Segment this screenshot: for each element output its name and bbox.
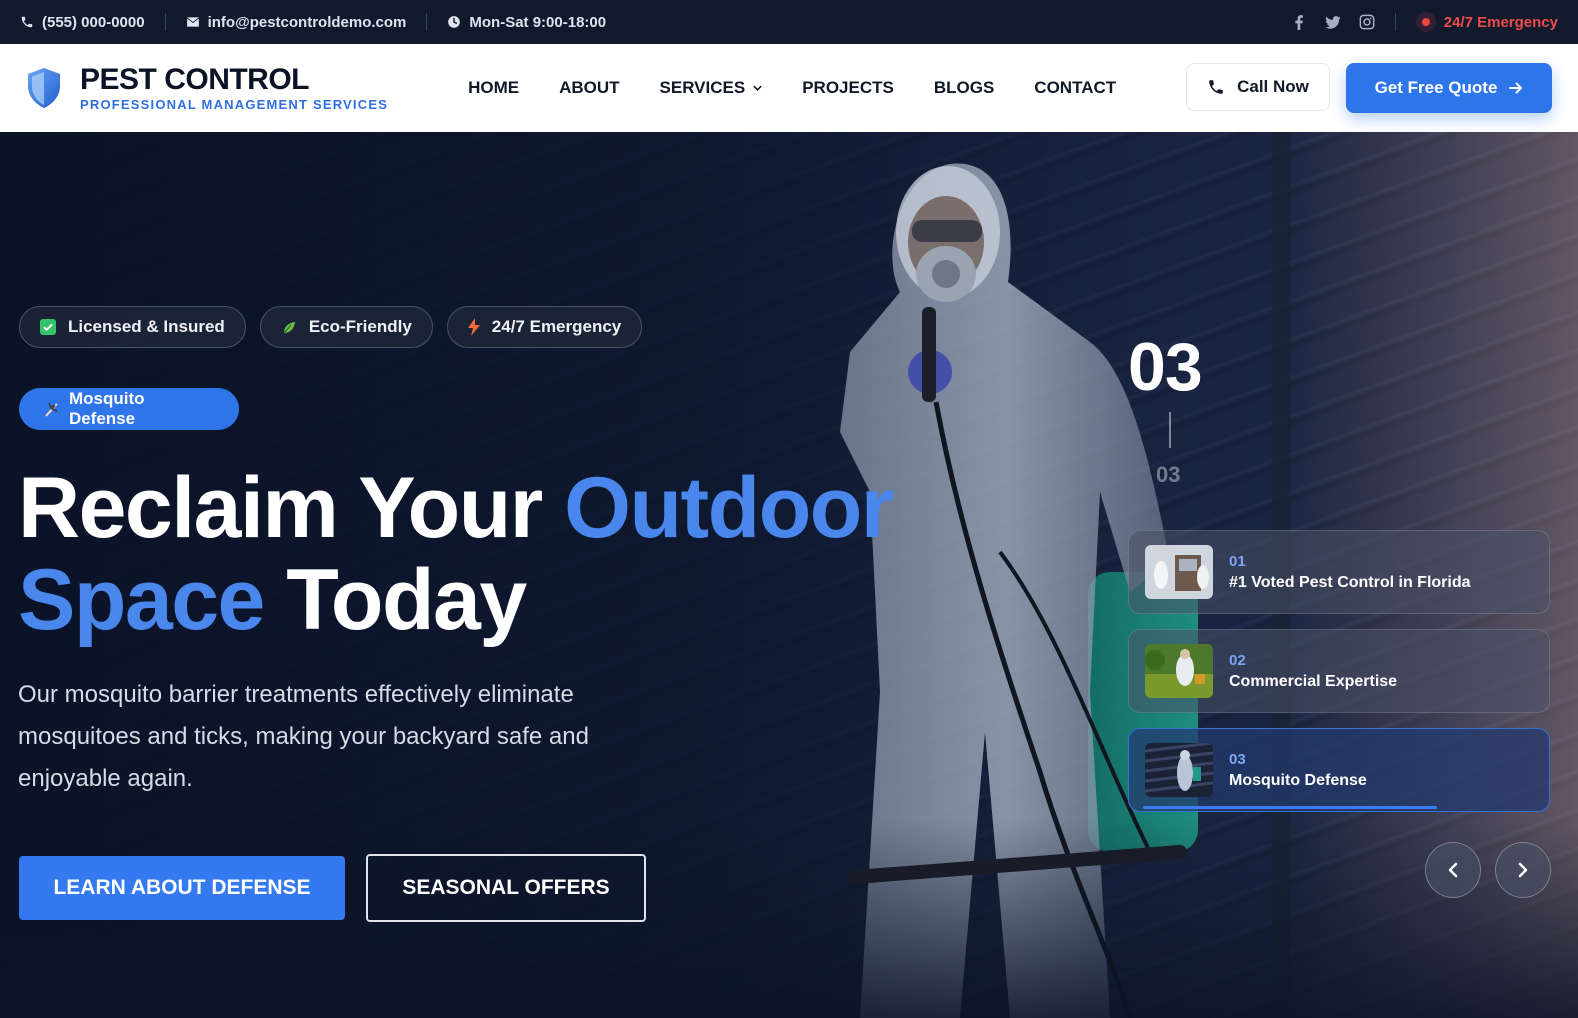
slide-thumbnail bbox=[1145, 743, 1213, 797]
divider bbox=[164, 13, 166, 31]
hero-section: Licensed & Insured Eco-Friendly 24/7 Eme… bbox=[0, 132, 1578, 1018]
badge-licensed: Licensed & Insured bbox=[19, 306, 246, 348]
slide-card-1[interactable]: 01 #1 Voted Pest Control in Florida bbox=[1128, 530, 1550, 614]
clock-icon bbox=[448, 16, 461, 28]
chevron-right-icon bbox=[1518, 862, 1528, 878]
check-square-icon bbox=[40, 319, 56, 335]
badge-emergency: 24/7 Emergency bbox=[446, 306, 643, 348]
phone-text: (555) 000-0000 bbox=[42, 13, 145, 31]
nav-services[interactable]: SERVICES bbox=[660, 78, 763, 98]
trust-badges: Licensed & Insured Eco-Friendly 24/7 Eme… bbox=[19, 306, 643, 348]
nav-projects[interactable]: PROJECTS bbox=[802, 78, 894, 98]
emergency-link[interactable]: 24/7 Emergency bbox=[1415, 12, 1558, 32]
slide-counter-total: 03 bbox=[1156, 462, 1181, 487]
chevron-down-icon bbox=[753, 85, 762, 91]
arrow-right-icon bbox=[1509, 82, 1523, 94]
badge-emergency-label: 24/7 Emergency bbox=[491, 317, 622, 336]
hero-headline: Reclaim Your Outdoor Space Today bbox=[18, 462, 918, 646]
lightning-icon bbox=[467, 318, 480, 336]
slide-number: 03 bbox=[1229, 750, 1246, 768]
slide-card-3-active[interactable]: 03 Mosquito Defense bbox=[1128, 728, 1550, 812]
email-text: info@pestcontroldemo.com bbox=[207, 13, 407, 31]
email-contact[interactable]: info@pestcontroldemo.com bbox=[186, 13, 407, 31]
divider bbox=[426, 13, 428, 31]
hero-description: Our mosquito barrier treatments effectiv… bbox=[18, 681, 589, 792]
phone-contact[interactable]: (555) 000-0000 bbox=[20, 14, 145, 31]
emergency-dot-icon bbox=[1415, 12, 1436, 32]
leaf-icon bbox=[283, 322, 295, 334]
slide-progress-bar bbox=[1143, 806, 1437, 809]
nav-services-label: SERVICES bbox=[659, 78, 746, 97]
nav-home[interactable]: HOME bbox=[468, 78, 519, 98]
phone-icon bbox=[1209, 80, 1223, 94]
service-tag: Mosquito Defense bbox=[19, 388, 239, 430]
slide-number: 01 bbox=[1229, 552, 1246, 570]
main-header: PEST CONTROL PROFESSIONAL MANAGEMENT SER… bbox=[0, 44, 1578, 132]
logo[interactable]: PEST CONTROL PROFESSIONAL MANAGEMENT SER… bbox=[26, 62, 389, 112]
hours-text: Mon-Sat 9:00-18:00 bbox=[469, 13, 607, 31]
headline-highlight-1: Outdoor bbox=[564, 460, 894, 556]
slide-counter-current: 03 bbox=[1128, 329, 1203, 405]
call-now-label: Call Now bbox=[1237, 77, 1309, 96]
get-free-quote-label: Get Free Quote bbox=[1374, 78, 1498, 97]
mail-icon bbox=[186, 17, 199, 27]
service-tag-label: Mosquito Defense bbox=[68, 389, 145, 428]
slide-title: Mosquito Defense bbox=[1229, 771, 1367, 789]
logo-title: PEST CONTROL bbox=[80, 62, 310, 96]
badge-eco: Eco-Friendly bbox=[259, 306, 433, 348]
logo-subtitle: PROFESSIONAL MANAGEMENT SERVICES bbox=[80, 96, 389, 112]
instagram-icon[interactable] bbox=[1359, 14, 1375, 30]
slide-card-2[interactable]: 02 Commercial Expertise bbox=[1128, 629, 1550, 713]
call-now-button[interactable]: Call Now bbox=[1186, 63, 1330, 111]
headline-highlight-2: Space bbox=[18, 552, 265, 648]
slide-thumbnail bbox=[1145, 545, 1213, 599]
twitter-icon[interactable] bbox=[1324, 14, 1341, 30]
slide-counter-divider bbox=[1169, 412, 1171, 448]
badge-licensed-label: Licensed & Insured bbox=[68, 317, 225, 336]
badge-eco-label: Eco-Friendly bbox=[308, 317, 412, 336]
slide-title: #1 Voted Pest Control in Florida bbox=[1229, 573, 1471, 591]
nav-blogs[interactable]: BLOGS bbox=[934, 78, 994, 98]
previous-slide-button[interactable] bbox=[1425, 842, 1481, 898]
next-slide-button[interactable] bbox=[1495, 842, 1551, 898]
chevron-left-icon bbox=[1448, 862, 1458, 878]
slide-title: Commercial Expertise bbox=[1229, 672, 1398, 690]
emergency-text: 24/7 Emergency bbox=[1443, 13, 1558, 31]
business-hours: Mon-Sat 9:00-18:00 bbox=[447, 14, 606, 31]
learn-about-defense-button[interactable]: LEARN ABOUT DEFENSE bbox=[19, 856, 345, 920]
headline-part-4: Today bbox=[263, 552, 527, 648]
get-free-quote-button[interactable]: Get Free Quote bbox=[1346, 63, 1552, 113]
main-nav: HOME ABOUT SERVICES PROJECTS BLOGS CONTA… bbox=[468, 78, 1116, 98]
slide-thumbnail bbox=[1145, 644, 1213, 698]
mosquito-icon bbox=[45, 402, 58, 417]
phone-icon bbox=[21, 16, 33, 28]
headline-part-1: Reclaim Your bbox=[18, 460, 565, 556]
seasonal-offers-button[interactable]: SEASONAL OFFERS bbox=[366, 854, 646, 922]
shield-icon bbox=[28, 68, 60, 108]
nav-contact[interactable]: CONTACT bbox=[1034, 78, 1116, 98]
top-bar: (555) 000-0000 info@pestcontroldemo.com … bbox=[0, 0, 1578, 44]
facebook-icon[interactable] bbox=[1291, 14, 1307, 30]
divider bbox=[1394, 13, 1396, 31]
slide-number: 02 bbox=[1229, 651, 1246, 669]
nav-about[interactable]: ABOUT bbox=[559, 78, 619, 98]
